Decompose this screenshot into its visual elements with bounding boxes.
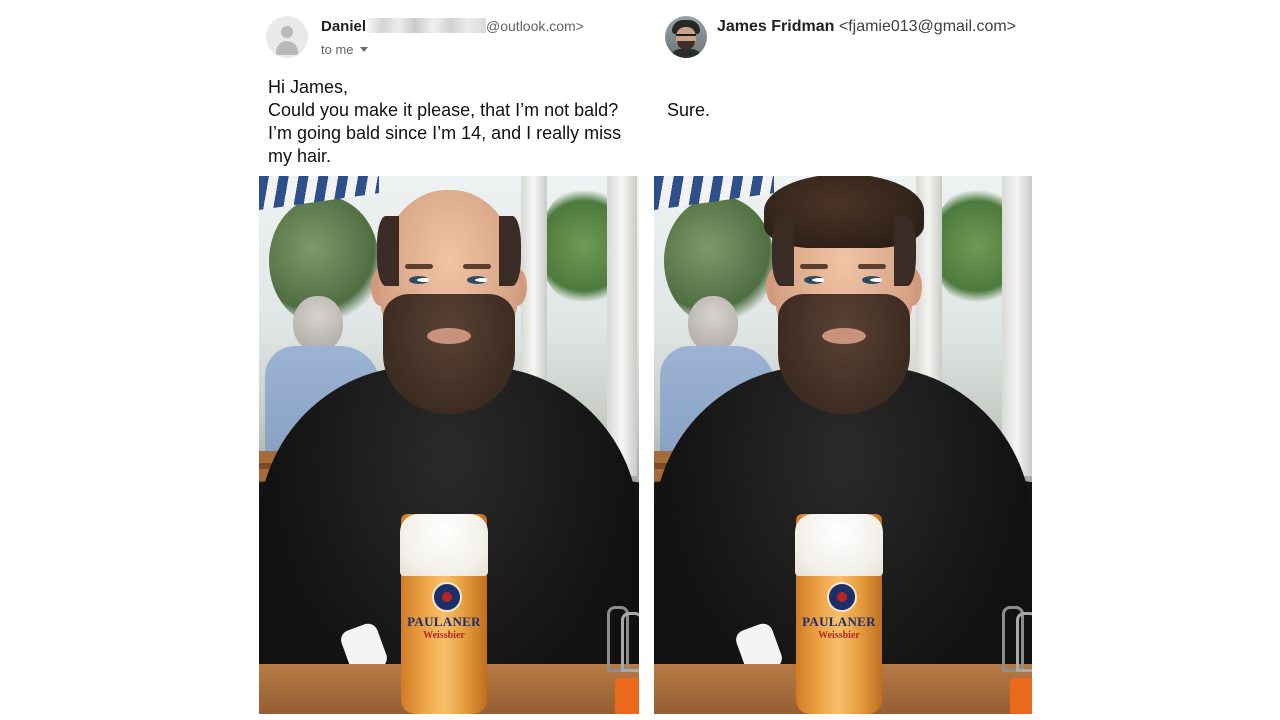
avatar-shirt: [669, 49, 703, 58]
reply-email: James Fridman <fjamie013@gmail.com> Sure…: [655, 0, 1033, 170]
beer-glass: PAULANER Weissbier: [400, 514, 488, 714]
body-line: Hi James,: [268, 77, 349, 97]
subject-beard: [383, 294, 515, 414]
subject-eye: [804, 276, 824, 284]
beer-glass: PAULANER Weissbier: [795, 514, 883, 714]
subject-eye: [467, 276, 487, 284]
subject-brow: [405, 264, 433, 269]
reply-sender-avatar[interactable]: [665, 16, 707, 58]
beer-brand-sublabel: Weissbier: [423, 630, 465, 641]
condiment-caddy: [998, 606, 1032, 714]
beer-brand-sublabel: Weissbier: [818, 630, 860, 641]
body-line: Could you make it please, that I’m not b…: [268, 100, 619, 120]
beer-foam: [795, 514, 883, 576]
avatar-body-shape: [276, 41, 298, 55]
sender-email-suffix: @outlook.com>: [486, 18, 584, 34]
caddy-container: [615, 678, 639, 714]
original-email: Daniel @outlook.com> to me Hi James, Coul…: [258, 0, 640, 170]
subject-brow: [800, 264, 828, 269]
avatar-glasses: [676, 34, 696, 40]
subject-brow: [463, 264, 491, 269]
avatar-head-shape: [281, 26, 293, 38]
beer-foam: [400, 514, 488, 576]
brand-logo-icon: [432, 582, 462, 612]
subject-side-hair: [894, 216, 916, 286]
body-line: my hair.: [268, 146, 332, 166]
reply-sender-email: <fjamie013@gmail.com>: [838, 18, 1017, 35]
subject-eye: [862, 276, 882, 284]
subject-eye: [409, 276, 429, 284]
body-line: I’m going bald since I’m 14, and I reall…: [268, 123, 622, 143]
sender-line: Daniel @outlook.com>: [321, 18, 584, 35]
subject-beard: [778, 294, 910, 414]
reply-sender-name[interactable]: James Fridman: [717, 18, 834, 35]
redacted-email-blur: [368, 18, 487, 33]
condiment-caddy: [603, 606, 639, 714]
sender-name[interactable]: Daniel: [321, 18, 366, 35]
beer-brand-label: PAULANER: [407, 614, 481, 629]
brand-logo-icon: [827, 582, 857, 612]
beer-brand-label: PAULANER: [802, 614, 876, 629]
edited-photo[interactable]: PAULANER Weissbier: [654, 176, 1032, 714]
caddy-handle: [621, 612, 639, 672]
subject-side-hair: [377, 216, 399, 286]
reply-sender-line: James Fridman <fjamie013@gmail.com>: [717, 18, 1016, 36]
subject-brow: [858, 264, 886, 269]
reply-body: Sure.: [667, 100, 711, 120]
recipient-details[interactable]: to me: [321, 42, 368, 57]
subject-mouth: [427, 328, 471, 344]
subject-side-hair: [772, 216, 794, 286]
sender-avatar-placeholder-icon[interactable]: [266, 16, 308, 58]
email-body: Hi James, Could you make it please, that…: [268, 76, 640, 168]
subject-mouth: [822, 328, 866, 344]
caddy-container: [1010, 678, 1032, 714]
subject-side-hair: [499, 216, 521, 286]
recipient-label: to me: [321, 42, 354, 57]
caddy-handle: [1016, 612, 1032, 672]
caret-down-icon[interactable]: [359, 47, 368, 52]
original-photo[interactable]: PAULANER Weissbier: [259, 176, 639, 714]
